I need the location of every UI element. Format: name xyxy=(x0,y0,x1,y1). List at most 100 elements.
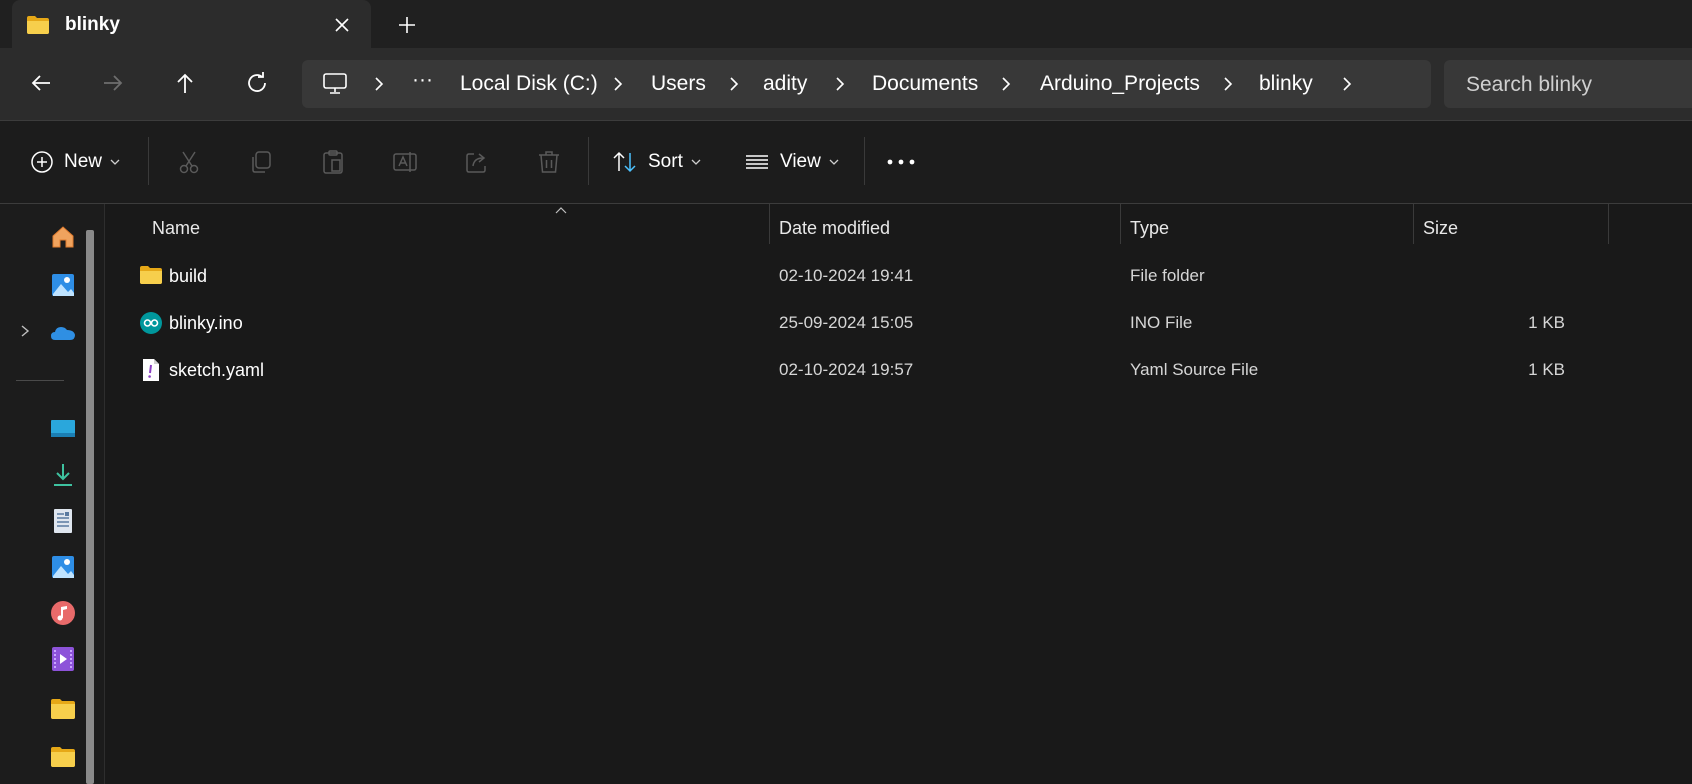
onedrive-icon[interactable] xyxy=(50,320,76,346)
breadcrumb-local-disk[interactable]: Local Disk (C:) xyxy=(460,72,598,96)
desktop-icon[interactable] xyxy=(50,416,76,442)
folder-icon[interactable] xyxy=(50,744,76,770)
address-bar[interactable]: ··· Local Disk (C:) Users adity Document… xyxy=(302,60,1431,108)
view-button[interactable]: View xyxy=(744,145,839,179)
share-icon xyxy=(466,153,486,173)
chevron-right-icon[interactable] xyxy=(832,76,848,92)
column-separator[interactable] xyxy=(1413,204,1414,244)
file-list: Name Date modified Type Size build 02-10… xyxy=(105,204,1692,784)
sort-button[interactable]: Sort xyxy=(612,145,701,179)
chevron-down-icon xyxy=(829,159,839,165)
share-button[interactable] xyxy=(464,145,490,179)
downloads-icon[interactable] xyxy=(50,462,76,488)
folder-icon xyxy=(27,16,49,34)
search-input[interactable] xyxy=(1464,72,1688,98)
more-icon xyxy=(887,159,915,165)
toolbar-separator xyxy=(864,137,865,185)
chevron-right-icon[interactable] xyxy=(998,76,1014,92)
file-date: 25-09-2024 15:05 xyxy=(779,313,914,332)
documents-icon[interactable] xyxy=(50,508,76,534)
breadcrumb-documents[interactable]: Documents xyxy=(872,72,978,96)
arrow-left-icon[interactable] xyxy=(26,68,56,98)
gallery-icon[interactable] xyxy=(50,272,76,298)
rename-button[interactable] xyxy=(392,145,418,179)
toolbar-separator xyxy=(588,137,589,185)
view-label: View xyxy=(780,151,821,172)
file-date: 02-10-2024 19:57 xyxy=(779,360,914,379)
rename-icon xyxy=(393,152,417,172)
column-header-size[interactable]: Size xyxy=(1423,218,1458,239)
pictures-icon[interactable] xyxy=(50,554,76,580)
file-type: Yaml Source File xyxy=(1130,360,1259,379)
chevron-down-icon xyxy=(691,159,701,165)
sort-label: Sort xyxy=(648,151,683,172)
column-separator[interactable] xyxy=(1120,204,1121,244)
arrow-up-icon[interactable] xyxy=(170,68,200,98)
breadcrumb-overflow[interactable]: ··· xyxy=(412,68,433,92)
file-row-sketch-yaml[interactable]: sketch.yaml 02-10-2024 19:57 Yaml Source… xyxy=(125,348,1685,392)
tab-bar: blinky xyxy=(0,0,1692,48)
trash-icon xyxy=(539,151,559,173)
breadcrumb-adity[interactable]: adity xyxy=(763,72,807,96)
column-separator[interactable] xyxy=(769,204,770,244)
chevron-right-icon[interactable] xyxy=(610,76,626,92)
command-bar: New Sort View xyxy=(0,121,1692,204)
videos-icon[interactable] xyxy=(50,646,76,672)
navigation-pane xyxy=(0,204,104,784)
file-size: 1 KB xyxy=(1528,360,1565,379)
breadcrumb-users[interactable]: Users xyxy=(651,72,706,96)
paste-button[interactable] xyxy=(320,145,346,179)
file-size: 1 KB xyxy=(1528,313,1565,332)
copy-icon xyxy=(252,151,271,173)
toolbar-separator xyxy=(148,137,149,185)
folder-icon xyxy=(140,266,162,284)
new-label: New xyxy=(64,151,103,172)
column-header-name[interactable]: Name xyxy=(152,218,200,239)
chevron-down-icon xyxy=(110,159,120,165)
search-box[interactable] xyxy=(1444,60,1692,108)
folder-icon[interactable] xyxy=(50,696,76,722)
file-row-blinky-ino[interactable]: blinky.ino 25-09-2024 15:05 INO File 1 K… xyxy=(125,301,1685,345)
chevron-right-icon[interactable] xyxy=(726,76,742,92)
chevron-right-icon[interactable] xyxy=(371,76,387,92)
column-separator[interactable] xyxy=(1608,204,1609,244)
tab-title: blinky xyxy=(65,14,120,35)
scissors-icon xyxy=(179,151,199,174)
chevron-right-icon[interactable] xyxy=(1220,76,1236,92)
sort-icon xyxy=(613,151,636,173)
column-header-type[interactable]: Type xyxy=(1130,218,1169,239)
nav-divider xyxy=(16,380,64,381)
view-list-icon xyxy=(746,155,768,169)
nav-scrollbar[interactable] xyxy=(86,230,94,784)
home-icon[interactable] xyxy=(50,224,76,250)
column-header-date[interactable]: Date modified xyxy=(779,218,890,239)
address-row: ··· Local Disk (C:) Users adity Document… xyxy=(0,48,1692,121)
tab-blinky[interactable]: blinky xyxy=(12,0,371,48)
sort-ascending-icon xyxy=(555,207,567,214)
plus-icon[interactable] xyxy=(393,11,421,39)
music-icon[interactable] xyxy=(50,600,76,626)
file-date: 02-10-2024 19:41 xyxy=(779,266,914,285)
breadcrumb-blinky[interactable]: blinky xyxy=(1259,72,1313,96)
refresh-icon[interactable] xyxy=(242,68,272,98)
new-button[interactable]: New xyxy=(30,145,120,179)
arduino-icon xyxy=(140,312,162,334)
more-options-button[interactable] xyxy=(886,145,916,179)
file-row-build[interactable]: build 02-10-2024 19:41 File folder xyxy=(125,254,1685,298)
yaml-file-icon xyxy=(143,359,159,381)
breadcrumb-arduino-projects[interactable]: Arduino_Projects xyxy=(1040,72,1200,96)
monitor-icon[interactable] xyxy=(322,72,348,96)
file-type: INO File xyxy=(1130,313,1193,332)
arrow-right-icon[interactable] xyxy=(98,68,128,98)
delete-button[interactable] xyxy=(536,145,562,179)
copy-button[interactable] xyxy=(248,145,274,179)
chevron-right-icon[interactable] xyxy=(18,324,32,338)
clipboard-icon xyxy=(323,150,343,174)
cut-button[interactable] xyxy=(176,145,202,179)
file-name: blinky.ino xyxy=(169,313,243,333)
file-name: sketch.yaml xyxy=(169,360,265,380)
close-icon[interactable] xyxy=(330,13,354,37)
chevron-right-icon[interactable] xyxy=(1339,76,1355,92)
plus-circle-icon xyxy=(31,151,53,173)
file-name: build xyxy=(169,266,208,286)
